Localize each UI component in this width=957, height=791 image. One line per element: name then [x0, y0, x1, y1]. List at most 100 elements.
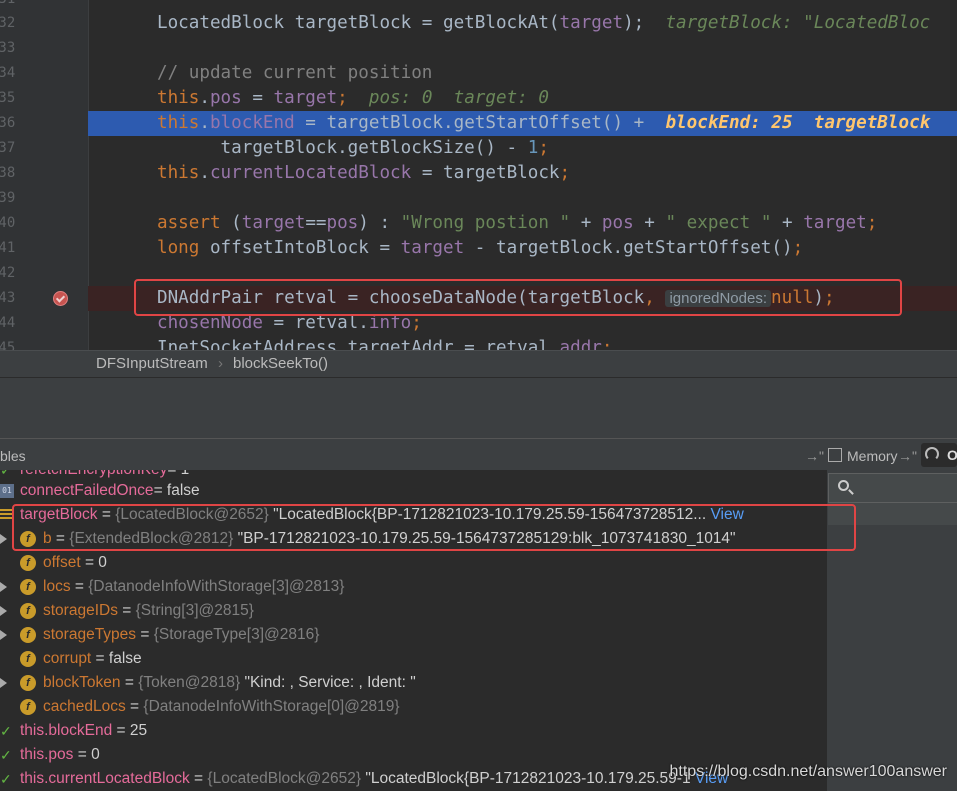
breadcrumb-class[interactable]: DFSInputStream: [96, 351, 208, 377]
variable-text: storageIDs = {String[3]@2815}: [43, 599, 254, 623]
code-token: InetSocketAddress targetAddr = retval.: [157, 338, 560, 350]
code-line[interactable]: 544 chosenNode = retval.info;: [0, 311, 957, 336]
tab-memory[interactable]: Memory: [847, 448, 898, 464]
variable-type: {String[3]@2815}: [135, 602, 254, 619]
code-token: ;: [337, 88, 348, 108]
code-text: assert (target==pos) : "Wrong postion " …: [157, 211, 877, 236]
line-number: 538: [0, 165, 16, 181]
variable-row[interactable]: f corrupt = false: [0, 647, 826, 671]
code-token: addr: [559, 338, 602, 350]
variable-text: corrupt = false: [43, 647, 142, 671]
parameter-hint: ignoredNodes:: [665, 290, 772, 307]
view-link[interactable]: View: [706, 506, 743, 523]
variable-text: this.pos = 0: [20, 743, 100, 767]
breakpoint-icon[interactable]: [53, 291, 68, 306]
code-text: InetSocketAddress targetAddr = retval.ad…: [157, 336, 612, 350]
variable-row[interactable]: fb = {ExtendedBlock@2812} "BP-1712821023…: [0, 527, 826, 551]
expand-arrow-icon[interactable]: [0, 606, 7, 616]
line-number-cell: 536: [0, 111, 24, 136]
line-number: 535: [0, 90, 16, 106]
code-token: assert: [157, 213, 232, 233]
expand-arrow-icon[interactable]: [0, 534, 7, 544]
memory-table-header: [828, 503, 957, 525]
code-line[interactable]: 542: [0, 261, 957, 286]
code-token: "Wrong postion ": [400, 213, 571, 233]
variable-text: this.currentLocatedBlock = {LocatedBlock…: [20, 767, 728, 791]
code-token: this: [157, 88, 200, 108]
variables-tree[interactable]: ✓ refetchEncryptionKey= 1 01 connectFailedO…: [0, 470, 826, 791]
variable-row[interactable]: targetBlock = {LocatedBlock@2652} "Locat…: [0, 503, 826, 527]
field-icon: f: [20, 675, 36, 691]
memory-search-input[interactable]: [828, 473, 957, 503]
code-token: blockEnd: [209, 113, 295, 133]
code-line[interactable]: 533: [0, 36, 957, 61]
variable-type: {ExtendedBlock@2812}: [69, 530, 234, 547]
code-editor[interactable]: 531 532 LocatedBlock targetBlock = getBloc…: [0, 0, 957, 350]
code-token: ;: [411, 313, 422, 333]
variable-row[interactable]: f blockToken = {Token@2818} "Kind: , Serv…: [0, 671, 826, 695]
code-token: ;: [866, 213, 878, 233]
code-token: =: [241, 88, 274, 108]
variable-row[interactable]: f offset = 0: [0, 551, 826, 575]
code-token: ;: [792, 238, 804, 258]
field-icon: f: [20, 603, 36, 619]
breadcrumb-separator: ›: [218, 355, 223, 372]
code-line[interactable]: 537 targetBlock.getBlockSize() - 1;: [0, 136, 957, 161]
layout-arrow-icon[interactable]: →": [805, 448, 824, 464]
tab-variables[interactable]: bles: [0, 448, 26, 464]
variable-row[interactable]: f cachedLocs = {DatanodeInfoWithStorage[0…: [0, 695, 826, 719]
code-line[interactable]: 539: [0, 186, 957, 211]
code-token: target: [241, 213, 306, 233]
code-line[interactable]: 543 DNAddrPair retval = chooseDataNode(ta…: [0, 286, 957, 311]
code-token: target: [273, 88, 338, 108]
code-token: currentLocatedBlock: [209, 163, 412, 183]
expand-arrow-icon[interactable]: [0, 630, 7, 640]
search-icon: [838, 480, 849, 491]
code-token: ;: [559, 163, 571, 183]
expand-arrow-icon[interactable]: [0, 678, 7, 688]
expand-arrow-icon[interactable]: [0, 582, 7, 592]
code-line[interactable]: 534 // update current position: [0, 61, 957, 86]
variable-name: targetBlock: [20, 506, 98, 523]
variable-text: cachedLocs = {DatanodeInfoWithStorage[0]…: [43, 695, 400, 719]
code-token: = retval.: [262, 313, 369, 333]
code-token: ;: [601, 338, 613, 350]
variable-value: "BP-1712821023-10.179.25.59-156473728512…: [233, 530, 736, 547]
code-line[interactable]: 545 InetSocketAddress targetAddr = retval…: [0, 336, 957, 350]
tab-overhead[interactable]: O: [921, 443, 957, 467]
code-line[interactable]: 532 LocatedBlock targetBlock = getBlockAt…: [0, 11, 957, 36]
variable-text: b = {ExtendedBlock@2812} "BP-1712821023-…: [43, 527, 736, 551]
variable-row[interactable]: f locs = {DatanodeInfoWithStorage[3]@2813…: [0, 575, 826, 599]
code-line[interactable]: 535 this.pos = target; pos: 0 target: 0: [0, 86, 957, 111]
code-token: info: [368, 313, 412, 333]
code-token: .: [199, 113, 210, 133]
line-number: 532: [0, 15, 16, 31]
variable-type: {DatanodeInfoWithStorage[3]@2813}: [88, 578, 345, 595]
code-token: ;: [823, 288, 835, 308]
code-line[interactable]: 540assert (target==pos) : "Wrong postion…: [0, 211, 957, 236]
line-number-cell: 542: [0, 261, 24, 286]
variable-row[interactable]: f storageTypes = {StorageType[3]@2816}: [0, 623, 826, 647]
variable-row[interactable]: f storageIDs = {String[3]@2815}: [0, 599, 826, 623]
watch-icon: ✓: [0, 470, 12, 478]
search-icon-handle: [848, 489, 854, 495]
code-line[interactable]: 536 this.blockEnd = targetBlock.getStartO…: [0, 111, 957, 136]
variable-type: {LocatedBlock@2652}: [115, 506, 269, 523]
tab-overhead-label: O: [947, 447, 957, 463]
variable-text: this.blockEnd = 25: [20, 719, 147, 743]
memory-arrow-icon[interactable]: →": [898, 448, 917, 464]
field-icon: f: [20, 699, 36, 715]
code-token: // update current position: [157, 63, 433, 83]
code-line[interactable]: 538 this.currentLocatedBlock = targetBloc…: [0, 161, 957, 186]
code-line[interactable]: 541 long offsetIntoBlock = target - targe…: [0, 236, 957, 261]
code-text: targetBlock.getBlockSize() - 1;: [157, 136, 549, 161]
variable-row[interactable]: 01 connectFailedOnce= false: [0, 479, 826, 503]
code-token: = targetBlock.getStartOffset() +: [294, 113, 666, 133]
toolbar-strip: [0, 377, 957, 438]
primitive-icon: 01: [0, 484, 14, 498]
variable-row[interactable]: ✓ this.blockEnd = 25: [0, 719, 826, 743]
code-token: +: [570, 213, 602, 233]
code-token: +: [633, 213, 666, 233]
breadcrumb-method[interactable]: blockSeekTo(): [233, 351, 328, 377]
